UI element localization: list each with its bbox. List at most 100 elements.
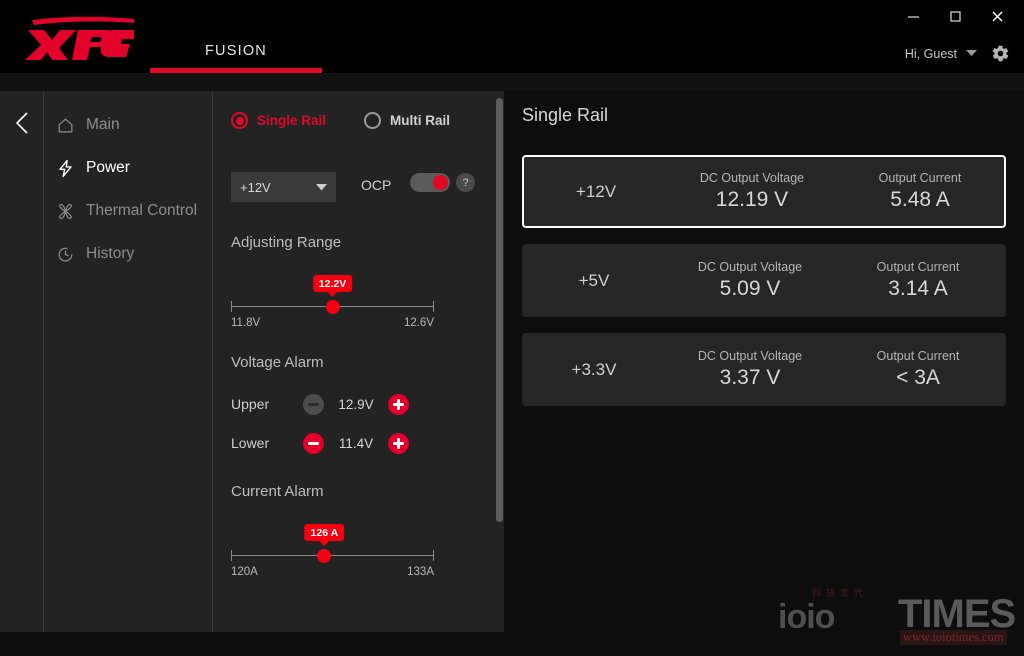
clock-icon [58,247,73,262]
voltage-alarm-lower-row: Lower 11.4V [231,430,431,456]
voltage-alarm-lower-value: 11.4V [338,435,374,451]
radio-single-rail[interactable]: Single Rail [231,112,326,129]
current-alarm-track [231,555,434,556]
page-title: Single Rail [522,105,609,125]
rail-select-value: +12V [240,179,271,195]
current-alarm-cap-left [231,550,232,561]
sidebar-item-main[interactable]: Main [56,112,120,138]
caret-down-icon [316,183,327,190]
maximize-button[interactable] [934,1,976,31]
adjusting-range-value-bubble: 12.2V [312,275,353,292]
header-strip [0,73,1024,91]
sidebar-item-power[interactable]: Power [56,155,130,181]
fan-icon [59,203,72,219]
voltage-label: DC Output Voltage [697,349,803,363]
ocp-help-button[interactable]: ? [456,173,475,192]
chevron-down-icon[interactable] [966,50,977,57]
radio-multi-rail[interactable]: Multi Rail [364,112,450,129]
app-header: FUSION Hi, Guest [0,0,1024,73]
home-icon [58,118,73,132]
rail-readout-panel: Single Rail +12V DC Output Voltage 12.19… [504,91,1024,632]
current-value: 5.48 A [890,188,950,211]
voltage-alarm-lower-increment[interactable] [388,432,409,454]
window-controls [892,0,1018,32]
watermark-url: www.ioiotimes.com [900,630,1007,645]
rail-card-5v-name: +5V [578,270,610,290]
current-alarm-slider[interactable]: 126 A 120A 133A [231,524,434,580]
current-value: 3.14 A [888,277,948,300]
voltage-label: DC Output Voltage [697,260,803,274]
sidebar: Main Power Thermal Control History [43,91,212,632]
sidebar-item-power-label: Power [86,159,130,176]
rail-select-dropdown[interactable]: +12V [231,172,336,202]
panel-scrollbar-thumb[interactable] [496,98,503,522]
current-alarm-min: 120A [231,566,258,578]
voltage-alarm-title: Voltage Alarm [231,354,324,371]
current-label: Output Current [876,260,960,274]
adjusting-range-max: 12.6V [403,317,434,329]
sidebar-item-history[interactable]: History [56,241,134,267]
current-alarm-value-bubble: 126 A [304,524,345,541]
tab-fusion[interactable]: FUSION [150,43,322,59]
close-button[interactable] [976,1,1018,31]
adjusting-range-slider[interactable]: 12.2V 11.8V 12.6V [231,275,434,331]
current-alarm-title: Current Alarm [231,483,324,500]
adjusting-range-min: 11.8V [231,317,261,329]
sidebar-item-thermal-control[interactable]: Thermal Control [56,198,197,224]
voltage-value: 3.37 V [719,366,781,389]
current-alarm-cap-right [433,550,434,561]
sidebar-item-main-label: Main [86,116,120,133]
tab-fusion-label: FUSION [205,43,267,59]
power-settings-panel: Single Rail Multi Rail +12V OCP ? Adjust… [212,91,503,632]
rail-card-12v[interactable]: +12V DC Output Voltage 12.19 V Output Cu… [522,155,1006,228]
voltage-label: DC Output Voltage [699,171,805,185]
rail-card-3v3[interactable]: +3.3V DC Output Voltage 3.37 V Output Cu… [522,333,1006,406]
plus-icon [393,437,404,449]
ocp-label: OCP [361,177,392,193]
rail-card-12v-name: +12V [575,181,617,201]
ocp-toggle[interactable] [410,173,450,192]
panel-scrollbar-track[interactable] [495,91,504,632]
gear-icon[interactable] [991,44,1010,63]
voltage-alarm-lower-decrement[interactable] [303,432,324,454]
ocp-toggle-knob [433,175,448,190]
radio-single-rail-label: Single Rail [257,113,327,128]
adjusting-range-cap-left [231,301,232,312]
ocp-toggle-track [410,173,450,192]
sidebar-item-history-label: History [86,245,135,262]
current-alarm-max: 133A [407,566,434,578]
rail-card-3v3-current: Output Current < 3A [834,349,1002,390]
current-label: Output Current [878,171,962,185]
lightning-bolt-icon [59,159,72,177]
minus-icon [308,402,319,406]
voltage-alarm-upper-value: 12.9V [338,396,374,412]
voltage-value: 12.19 V [715,188,789,211]
voltage-alarm-upper-label: Upper [231,396,270,412]
current-label: Output Current [876,349,960,363]
adjusting-range-knob[interactable] [325,300,340,314]
minimize-button[interactable] [892,1,934,31]
radio-multi-rail-dot [364,112,382,129]
user-menu[interactable]: Hi, Guest [905,44,1010,63]
adjusting-range-title: Adjusting Range [231,234,342,251]
rail-mode-group: Single Rail Multi Rail [231,112,450,129]
rail-card-5v[interactable]: +5V DC Output Voltage 5.09 V Output Curr… [522,244,1006,317]
xpg-fusion-window: FUSION Hi, Guest Main Power Thermal Cont… [0,0,1024,656]
voltage-alarm-upper-decrement[interactable] [303,393,324,415]
chevron-left-icon [15,112,28,134]
radio-single-rail-dot [231,112,248,129]
back-strip [0,91,43,632]
rail-card-12v-voltage: DC Output Voltage 12.19 V [668,171,836,212]
voltage-alarm-upper-increment[interactable] [388,393,409,415]
current-alarm-knob[interactable] [317,549,332,563]
rail-card-5v-current: Output Current 3.14 A [834,260,1002,301]
current-value: < 3A [896,366,940,389]
voltage-value: 5.09 V [719,277,781,300]
user-greeting: Hi, Guest [904,46,957,61]
xpg-logo [22,14,140,60]
rail-card-3v3-name: +3.3V [571,359,617,379]
voltage-alarm-lower-label: Lower [231,435,270,451]
watermark-ioio-text: ioio [778,598,835,636]
back-button[interactable] [12,110,32,136]
watermark: 科技世代 ioio TIMES www.ioiotimes.com [770,586,1016,646]
